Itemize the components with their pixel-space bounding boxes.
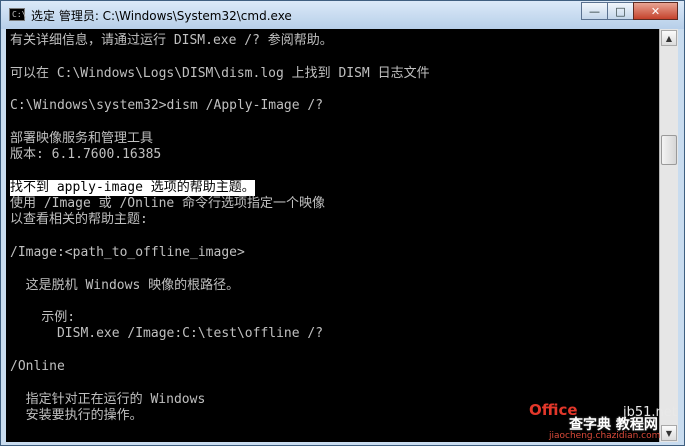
console-line: /Online bbox=[10, 359, 65, 374]
window-controls: — □ ✕ bbox=[581, 2, 678, 22]
minimize-button[interactable]: — bbox=[581, 2, 608, 20]
window-title: 选定 管理员: C:\Windows\System32\cmd.exe bbox=[31, 9, 292, 23]
console-line: 安装要执行的操作。 bbox=[10, 407, 143, 423]
title-bar[interactable]: C:\ 选定 管理员: C:\Windows\System32\cmd.exe … bbox=[1, 1, 684, 29]
console-line: DISM.exe /Image:C:\test\offline /? bbox=[10, 326, 324, 342]
scroll-up-arrow-icon[interactable]: ▲ bbox=[661, 30, 677, 46]
scroll-down-arrow-icon[interactable]: ▼ bbox=[661, 425, 677, 441]
console-line: 示例: bbox=[10, 310, 76, 326]
cmd-icon-text: C:\ bbox=[12, 10, 27, 19]
console-line: C:\Windows\system32>dism /Apply-Image /? bbox=[10, 98, 324, 114]
console-line: 部署映像服务和管理工具 bbox=[10, 130, 154, 146]
console-line: 有关详细信息，请通过运行 DISM.exe /? 参阅帮助。 bbox=[10, 33, 333, 48]
maximize-button[interactable]: □ bbox=[607, 2, 634, 20]
console-line: 这是脱机 Windows 映像的根路径。 bbox=[10, 277, 240, 293]
console-line: 以查看相关的帮助主题: bbox=[10, 212, 148, 228]
console-line: 可以在 C:\Windows\Logs\DISM\dism.log 上找到 DI… bbox=[10, 65, 430, 81]
close-button[interactable]: ✕ bbox=[633, 2, 678, 20]
selected-console-line: 找不到 apply-image 选项的帮助主题。 bbox=[10, 179, 255, 196]
vertical-scrollbar[interactable]: ▲ ▼ bbox=[659, 29, 678, 442]
scrollbar-thumb[interactable] bbox=[661, 135, 677, 165]
console-line: 版本: 6.1.7600.16385 bbox=[10, 147, 162, 163]
watermark-url: jiaocheng.chazidian.com bbox=[549, 431, 661, 441]
console-line: /Image:<path_to_offline_image> bbox=[10, 244, 245, 260]
console-line: 指定针对正在运行的 Windows bbox=[10, 391, 206, 407]
console-output[interactable]: 有关详细信息，请通过运行 DISM.exe /? 参阅帮助。可以在 C:\Win… bbox=[6, 29, 659, 442]
console-line: 使用 /Image 或 /Online 命令行选项指定一个映像 bbox=[10, 196, 326, 211]
cmd-window: C:\ 选定 管理员: C:\Windows\System32\cmd.exe … bbox=[0, 0, 685, 446]
cmd-app-icon[interactable]: C:\ bbox=[9, 8, 27, 21]
